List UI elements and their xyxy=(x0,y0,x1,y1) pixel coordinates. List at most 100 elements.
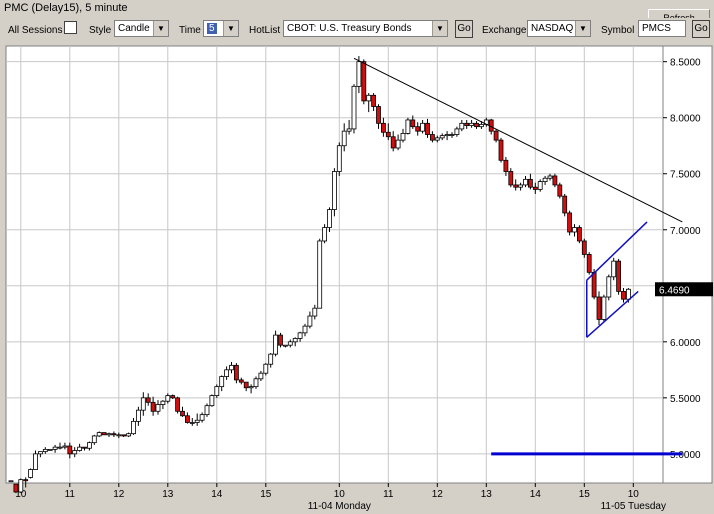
candle-up xyxy=(194,419,200,423)
x-tick-label: 12 xyxy=(432,489,444,500)
hotlist-select-value: CBOT: U.S. Treasury Bonds xyxy=(287,23,412,34)
x-tick-label: 12 xyxy=(113,489,125,500)
candle-down xyxy=(371,94,377,107)
candle-up xyxy=(307,315,313,327)
symbol-go-button[interactable]: Go xyxy=(692,20,710,38)
candle-up xyxy=(400,133,406,141)
time-select-value: 5 xyxy=(207,23,217,34)
candle-up xyxy=(537,181,543,190)
candle-up xyxy=(542,177,548,182)
candle-down xyxy=(415,126,421,132)
hotlist-select[interactable]: CBOT: U.S. Treasury Bonds ▼ xyxy=(283,20,448,37)
candle-down xyxy=(498,139,504,161)
candle-up xyxy=(214,386,220,396)
candle-down xyxy=(170,395,176,399)
hotlist-go-button[interactable]: Go xyxy=(455,20,473,38)
candle-up xyxy=(317,240,323,309)
window-title: PMC (Delay15), 5 minute xyxy=(4,2,128,14)
candle-down xyxy=(390,136,396,149)
candle-up xyxy=(454,128,460,135)
candle-up xyxy=(8,480,14,483)
candle-up xyxy=(302,325,308,334)
candle-down xyxy=(508,171,514,186)
y-axis-panel xyxy=(662,45,713,484)
candle-up xyxy=(229,364,234,371)
candle-down xyxy=(410,119,416,128)
candle-up xyxy=(405,119,411,134)
all-sessions-checkbox[interactable] xyxy=(64,21,77,34)
candle-up xyxy=(341,130,347,147)
candle-up xyxy=(268,353,274,365)
candle-up xyxy=(449,134,455,136)
candle-up xyxy=(209,395,215,407)
x-tick-label: 11 xyxy=(383,489,394,500)
candle-up xyxy=(96,432,102,437)
candle-down xyxy=(376,106,381,124)
symbol-input[interactable]: PMCS xyxy=(638,20,686,37)
candle-up xyxy=(439,135,445,139)
candle-down xyxy=(567,212,572,233)
style-label: Style xyxy=(89,25,112,36)
candle-down xyxy=(278,334,283,346)
candle-up xyxy=(258,372,264,380)
candle-up xyxy=(224,369,230,377)
hotlist-label: HotList xyxy=(249,25,281,36)
candle-up xyxy=(434,137,440,141)
candle-up xyxy=(420,122,426,132)
exchange-select-value: NASDAQ xyxy=(531,23,574,34)
exchange-select[interactable]: NASDAQ ▼ xyxy=(527,20,591,37)
candle-up xyxy=(91,435,97,444)
candle-down xyxy=(503,159,509,172)
candle-up xyxy=(18,479,24,493)
candle-down xyxy=(238,379,244,383)
candle-down xyxy=(581,240,587,255)
candle-down xyxy=(361,61,367,102)
candle-up xyxy=(395,139,401,149)
candle-down xyxy=(586,254,592,273)
candle-down xyxy=(184,415,190,423)
candle-up xyxy=(444,134,450,137)
candle-down xyxy=(233,364,239,381)
candle-up xyxy=(189,422,195,424)
time-select[interactable]: 5 ▼ xyxy=(203,20,239,37)
candle-up xyxy=(38,451,43,455)
last-price-label: 6.4690 xyxy=(659,285,690,296)
candle-down xyxy=(591,271,597,298)
candle-up xyxy=(469,122,475,126)
candle-up xyxy=(57,446,63,449)
candle-up xyxy=(273,334,279,355)
candle-up xyxy=(346,128,352,132)
y-tick-label: 5.5000 xyxy=(670,394,701,405)
x-tick-label: 14 xyxy=(211,489,223,500)
candle-up xyxy=(116,434,122,437)
candle-up xyxy=(606,276,612,298)
candle-down xyxy=(175,397,181,412)
candle-up xyxy=(131,420,136,435)
chevron-down-icon: ▼ xyxy=(432,21,447,36)
candle-up xyxy=(248,386,254,389)
candle-down xyxy=(621,290,626,300)
candle-up xyxy=(199,414,205,421)
x-tick-label: 13 xyxy=(481,489,493,500)
toolbar: All Sessions Style Candle ▼ Time 5 ▼ Hot… xyxy=(0,18,714,42)
candle-up xyxy=(77,446,82,451)
candle-down xyxy=(464,122,470,126)
all-sessions-label: All Sessions xyxy=(8,25,63,36)
style-select[interactable]: Candle ▼ xyxy=(114,20,169,37)
candle-down xyxy=(616,260,621,292)
candle-down xyxy=(528,178,533,188)
x-tick-label: 10 xyxy=(334,489,346,500)
session-label: 11-04 Monday xyxy=(308,501,371,512)
candle-up xyxy=(263,363,269,374)
candle-down xyxy=(513,184,519,188)
plot-area xyxy=(5,45,664,484)
candle-up xyxy=(87,442,92,449)
candle-down xyxy=(101,432,107,436)
price-chart[interactable]: 8.50008.00007.50007.00006.50006.00005.50… xyxy=(0,42,714,514)
candle-up xyxy=(282,344,288,347)
candle-up xyxy=(204,405,210,416)
candle-up xyxy=(165,395,171,402)
candle-up xyxy=(106,433,112,436)
x-tick-label: 13 xyxy=(162,489,174,500)
candle-up xyxy=(72,450,78,455)
